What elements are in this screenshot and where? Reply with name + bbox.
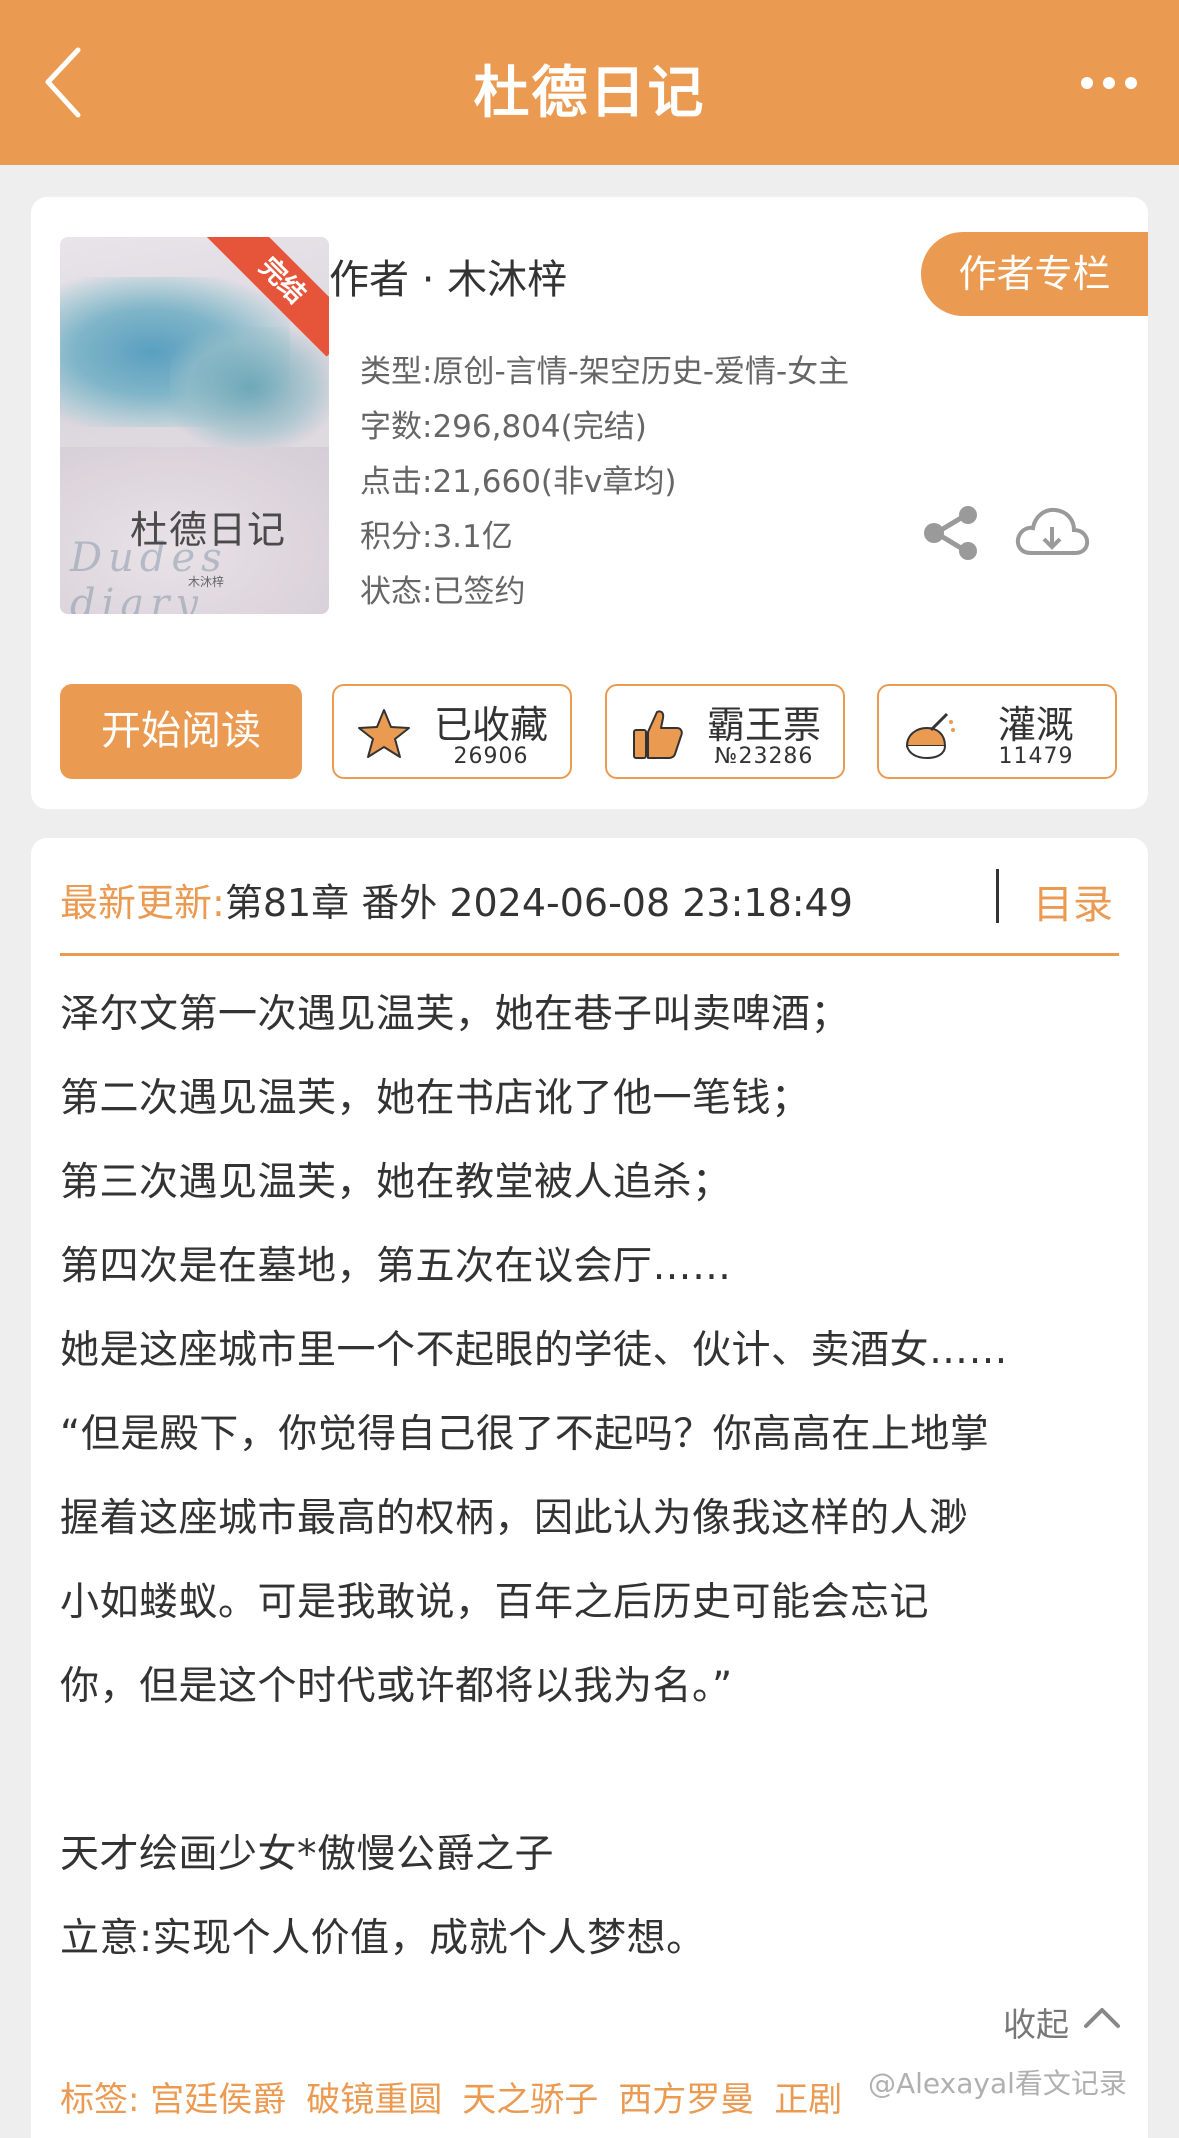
meta-status: 状态:已签约 [360,574,526,610]
tag-label: 标签: [60,2080,140,2120]
tag-item[interactable]: 正剧 [774,2080,842,2120]
watermark: @Alexayal看文记录 [868,2067,1127,2100]
cover-title: 杜德日记 [130,508,287,552]
cloud-download-icon[interactable] [1013,505,1091,561]
vote-label: 霸王票 [706,703,821,747]
description-line: 第四次是在墓地，第五次在议会厅…… [60,1244,732,1289]
description-line: 第二次遇见温芙，她在书店讹了他一笔钱； [60,1076,811,1121]
tag-item[interactable]: 破镜重圆 [306,2080,442,2120]
collect-button[interactable]: 已收藏 26906 [332,684,572,779]
description-line: 第三次遇见温芙，她在教堂被人追杀； [60,1160,732,1205]
meta-genre: 类型:原创-言情-架空历史-爱情-女主 [360,354,850,390]
tag-item[interactable]: 宫廷侯爵 [150,2080,286,2120]
author-name[interactable]: 作者 · 木沐梓 [329,247,567,305]
description-line: 握着这座城市最高的权柄，因此认为像我这样的人渺 [60,1496,969,1541]
description-line: 她是这座城市里一个不起眼的学徒、伙计、卖酒女…… [60,1328,1009,1373]
water-label: 灌溉 [997,703,1074,747]
book-cover[interactable]: Dudes diary 杜德日记 木沐梓 完结 [60,237,329,614]
description-line: “但是殿下，你觉得自己很了不起吗？你高高在上地掌 [60,1412,990,1457]
page-title: 杜德日记 [473,61,706,126]
meta-score: 积分:3.1亿 [360,519,513,555]
tag-list: 标签: 宫廷侯爵 破镜重圆 天之骄子 西方罗曼 正剧 [60,2072,862,2121]
meta-clicks: 点击:21,660(非v章均) [360,464,677,500]
thumbs-up-icon [633,710,683,759]
share-icon[interactable] [922,505,980,561]
tag-item[interactable]: 西方罗曼 [618,2080,754,2120]
cover-art-tree [170,327,329,447]
collect-label: 已收藏 [433,703,548,747]
description-line: 小如蝼蚁。可是我敢说，百年之后历史可能会忘记 [60,1580,930,1625]
collapse-button[interactable]: 收起 [1003,1998,1069,2046]
divider [60,953,1119,956]
collect-count: 26906 [453,744,529,769]
description-line: 天才绘画少女*傲慢公爵之子 [60,1832,555,1877]
meta-word-count: 字数:296,804(完结) [360,409,647,445]
cover-author: 木沐梓 [188,575,225,589]
author-column-button[interactable]: 作者专栏 [921,232,1148,316]
vote-button[interactable]: 霸王票 №23286 [605,684,845,779]
watering-flask-icon [905,712,955,760]
water-button[interactable]: 灌溉 11479 [877,684,1117,779]
description-line: 泽尔文第一次遇见温芙，她在巷子叫卖啤酒； [60,992,851,1037]
description-line: 你，但是这个时代或许都将以我为名。” [60,1664,733,1709]
app-header: 杜德日记 [0,0,1179,165]
start-reading-button[interactable]: 开始阅读 [60,684,302,779]
latest-update-label: 最新更新: [60,881,225,925]
divider [996,869,999,923]
water-count: 11479 [998,744,1074,769]
table-of-contents-button[interactable]: 目录 [1033,872,1113,930]
vote-count: №23286 [714,744,814,769]
latest-update[interactable]: 最新更新:第81章 番外 2024-06-08 23:18:49 [60,872,853,927]
more-horizontal-icon[interactable] [1079,72,1139,94]
tag-item[interactable]: 天之骄子 [462,2080,598,2120]
latest-update-text: 第81章 番外 2024-06-08 23:18:49 [224,881,853,925]
description-line: 立意:实现个人价值，成就个人梦想。 [60,1916,706,1961]
star-icon [358,709,410,758]
chevron-up-icon[interactable] [1082,2004,1122,2030]
